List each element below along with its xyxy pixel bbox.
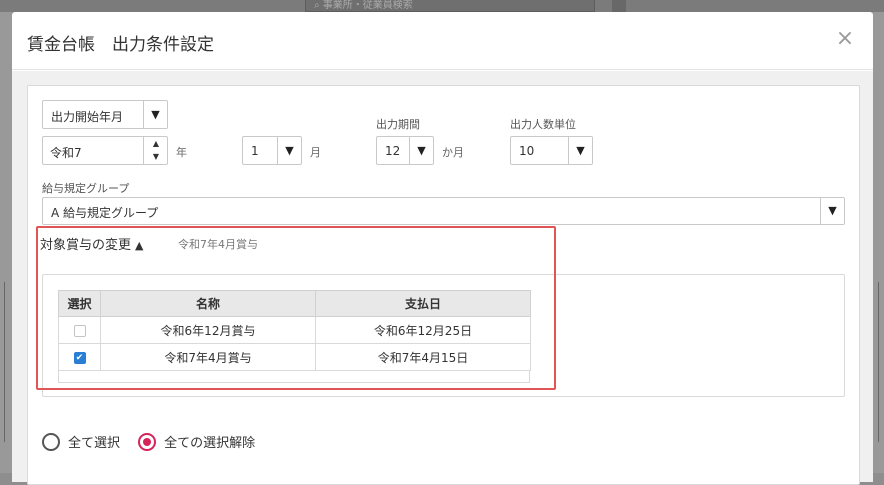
bonus-current-selection: 令和7年4月賞与 (178, 238, 258, 251)
chevron-down-icon: ▼ (277, 137, 301, 164)
decrement-icon[interactable]: ▼ (144, 150, 168, 163)
dialog-title: 賃金台帳 出力条件設定 (27, 35, 214, 55)
rule-group-select-value: A 給与規定グループ (51, 206, 159, 220)
chevron-down-icon: ▼ (143, 101, 167, 128)
deselect-all-radio[interactable] (138, 432, 157, 451)
period-select[interactable]: 12 ▼ (376, 136, 434, 165)
period-unit: か月 (442, 146, 464, 159)
table-row[interactable]: 令和6年12月賞与 令和6年12月25日 (58, 316, 531, 344)
row-checkbox-cell: ✔ (58, 343, 101, 371)
close-icon[interactable]: × (835, 28, 855, 50)
year-stepper-buttons: ▲ ▼ (143, 137, 167, 164)
period-label: 出力期間 (376, 118, 420, 131)
column-header-select: 選択 (58, 290, 101, 317)
search-icon: ⌕ (314, 0, 323, 11)
bonus-pay-date: 令和7年4月15日 (315, 343, 531, 371)
people-unit-label: 出力人数単位 (510, 118, 576, 131)
background-search-input: ⌕ 事業所・従業員検索 (305, 0, 595, 12)
rule-group-select[interactable]: A 給与規定グループ ▼ (42, 197, 845, 225)
select-all-label[interactable]: 全て選択 (68, 432, 120, 451)
table-header-row: 選択 名称 支払日 (58, 290, 531, 317)
output-conditions-dialog: 賃金台帳 出力条件設定 × 出力開始年月 ▼ 令和7 ▲ ▼ 年 1 ▼ 月 出… (12, 12, 873, 485)
background-search-button (612, 0, 626, 12)
month-select[interactable]: 1 ▼ (242, 136, 302, 165)
table-empty-area (58, 371, 530, 383)
column-header-pay-date: 支払日 (315, 290, 531, 317)
start-month-select[interactable]: 出力開始年月 ▼ (42, 100, 168, 129)
people-unit-select[interactable]: 10 ▼ (510, 136, 593, 165)
year-unit: 年 (176, 146, 187, 159)
bonus-name: 令和7年4月賞与 (100, 343, 316, 371)
bonus-table: 選択 名称 支払日 令和6年12月賞与 令和6年12月25日 ✔ 令和7年4月賞… (58, 290, 531, 371)
people-unit-select-value: 10 (519, 144, 535, 158)
bonus-checkbox-unchecked[interactable] (73, 324, 86, 337)
month-select-value: 1 (251, 144, 259, 158)
bonus-section-toggle[interactable]: 対象賞与の変更 ▲ (40, 234, 143, 253)
dialog-body: 出力開始年月 ▼ 令和7 ▲ ▼ 年 1 ▼ 月 出力期間 12 ▼ か月 出力… (12, 71, 873, 485)
bonus-name: 令和6年12月賞与 (100, 316, 316, 344)
month-unit: 月 (310, 146, 321, 159)
chevron-down-icon: ▼ (409, 137, 433, 164)
year-stepper[interactable]: 令和7 ▲ ▼ (42, 136, 168, 165)
rule-group-label: 給与規定グループ (42, 182, 130, 195)
background-search-placeholder: 事業所・従業員検索 (322, 0, 413, 11)
bonus-list-box: 選択 名称 支払日 令和6年12月賞与 令和6年12月25日 ✔ 令和7年4月賞… (42, 274, 845, 397)
chevron-up-icon: ▲ (135, 239, 144, 252)
dialog-header: 賃金台帳 出力条件設定 × (12, 12, 873, 70)
bonus-section-title: 対象賞与の変更 (40, 238, 132, 253)
year-value: 令和7 (50, 146, 82, 160)
select-all-radio[interactable] (42, 432, 60, 451)
conditions-panel: 出力開始年月 ▼ 令和7 ▲ ▼ 年 1 ▼ 月 出力期間 12 ▼ か月 出力… (27, 85, 860, 485)
row-checkbox-cell (58, 316, 101, 344)
chevron-down-icon: ▼ (568, 137, 592, 164)
column-header-name: 名称 (100, 290, 316, 317)
start-month-select-value: 出力開始年月 (51, 110, 124, 124)
chevron-down-icon: ▼ (820, 198, 844, 224)
background-left-edge (0, 12, 12, 473)
period-select-value: 12 (385, 144, 401, 158)
background-right-edge (872, 12, 884, 473)
table-row[interactable]: ✔ 令和7年4月賞与 令和7年4月15日 (58, 343, 531, 371)
bonus-checkbox-checked[interactable]: ✔ (73, 351, 86, 364)
increment-icon[interactable]: ▲ (144, 137, 168, 150)
bonus-pay-date: 令和6年12月25日 (315, 316, 531, 344)
deselect-all-label[interactable]: 全ての選択解除 (164, 432, 255, 451)
selection-mode-radio-group: 全て選択 全ての選択解除 (42, 432, 269, 451)
